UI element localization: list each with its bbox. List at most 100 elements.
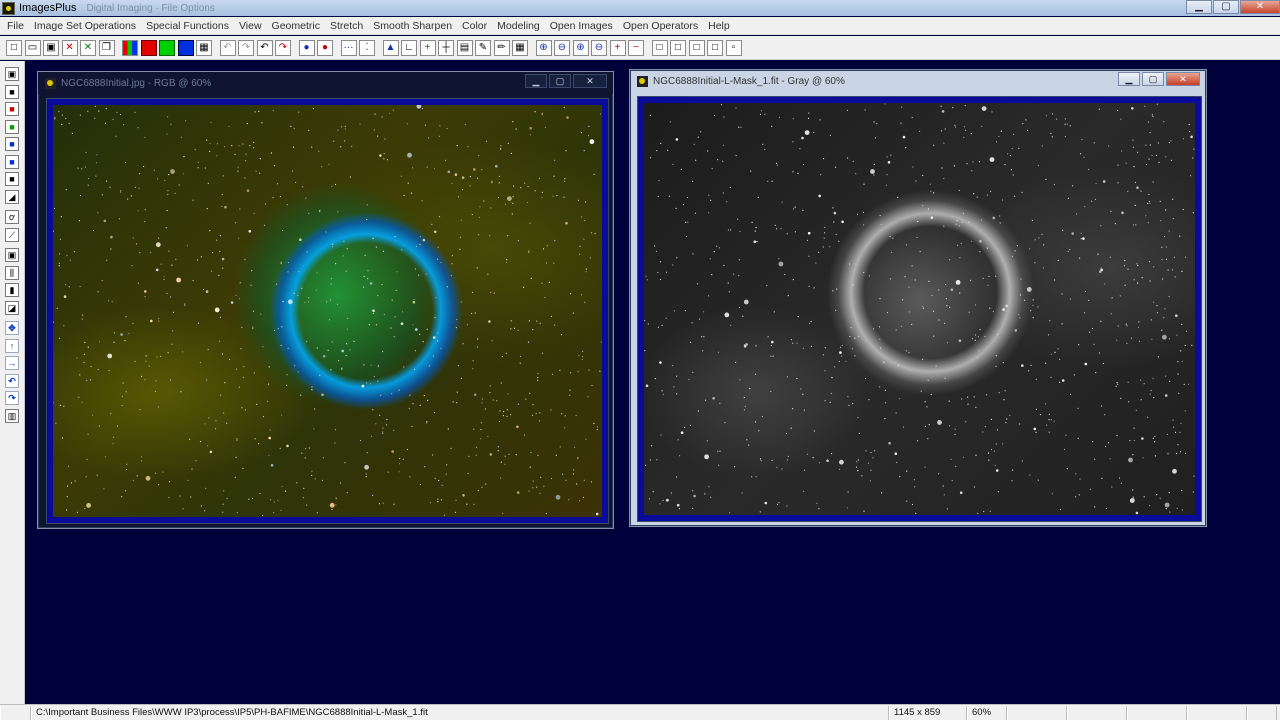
points-button[interactable]: ⁚ — [359, 39, 375, 56]
status-cell-empty — [1187, 705, 1247, 720]
bar-tool[interactable]: ▮ — [5, 283, 19, 297]
menu-color[interactable]: Color — [457, 20, 492, 32]
square-3-button[interactable]: □ — [688, 39, 705, 56]
move-tool[interactable]: ✥ — [5, 321, 19, 335]
square-2-button[interactable]: □ — [670, 39, 686, 56]
add-red-button[interactable]: + — [609, 39, 626, 56]
app-title: ImagesPlus — [19, 2, 77, 14]
redo-gray-button[interactable]: ↷ — [238, 39, 254, 56]
app-title-bar: ImagesPlus Digital Imaging · File Option… — [0, 0, 1280, 16]
maximize-button[interactable]: ▢ — [1213, 0, 1239, 14]
green-channel-button[interactable] — [159, 39, 175, 56]
close-red-button[interactable]: ✕ — [61, 39, 78, 56]
minimize-button[interactable]: ▁ — [1186, 0, 1212, 14]
image-window-gray[interactable]: NGC6888Initial-L-Mask_1.fit - Gray @ 60%… — [629, 69, 1207, 527]
redo-button[interactable]: ↷ — [275, 39, 291, 56]
undo-gray-button[interactable]: ↶ — [219, 39, 236, 56]
undo-button[interactable]: ↶ — [256, 39, 273, 56]
image-window-rgb-titlebar[interactable]: NGC6888Initial.jpg - RGB @ 60% ▁ ▢ ✕ — [38, 72, 613, 94]
image-window-gray-minimize-button[interactable]: ▁ — [1118, 72, 1140, 86]
frame-tool[interactable]: ▣ — [5, 248, 19, 262]
rotate-left-tool[interactable]: ↶ — [5, 373, 19, 388]
remove-red-button[interactable]: − — [628, 39, 644, 56]
app-icon — [2, 1, 15, 15]
image-window-gray-titlebar[interactable]: NGC6888Initial-L-Mask_1.fit - Gray @ 60%… — [630, 70, 1206, 92]
open-folder-button[interactable]: ▭ — [24, 39, 41, 56]
dotted-line-button[interactable]: ··· — [340, 39, 357, 56]
copy-button[interactable]: ❐ — [98, 39, 115, 56]
paint-button[interactable]: ✎ — [475, 39, 491, 56]
menu-bar: File Image Set Operations Special Functi… — [0, 17, 1280, 35]
crosshair-button[interactable]: ┼ — [438, 39, 454, 56]
rgb-channels-button[interactable] — [122, 39, 138, 56]
close-green-button[interactable]: ✕ — [80, 39, 96, 56]
menu-help[interactable]: Help — [703, 20, 735, 32]
dark-square-tool[interactable]: ■ — [5, 172, 19, 186]
zoom-out-button[interactable]: ⊖ — [554, 39, 570, 56]
axis-button[interactable]: ∟ — [401, 39, 417, 56]
levels-tool[interactable]: ⫼ — [5, 265, 19, 280]
image-window-rgb[interactable]: NGC6888Initial.jpg - RGB @ 60% ▁ ▢ ✕ — [37, 71, 614, 529]
circle-red-button[interactable]: ● — [317, 39, 333, 56]
nebula-color-image[interactable] — [53, 105, 602, 517]
corner-tool[interactable]: ◢ — [5, 189, 19, 204]
image-window-rgb-minimize-button[interactable]: ▁ — [525, 74, 547, 88]
info-tool[interactable]: ▥ — [5, 408, 19, 423]
save-tool[interactable]: ▣ — [5, 67, 19, 81]
red-channel-button[interactable] — [140, 39, 157, 56]
black-square-tool[interactable]: ■ — [5, 84, 19, 99]
image-window-rgb-title: NGC6888Initial.jpg - RGB @ 60% — [61, 77, 212, 89]
zoom-fit-button[interactable]: ⊕ — [572, 39, 589, 56]
image-window-icon — [45, 77, 56, 89]
menu-file[interactable]: File — [2, 20, 29, 32]
green-black-tool[interactable]: ■ — [5, 119, 19, 134]
status-cell-blank — [0, 705, 31, 720]
zoom-in-button[interactable]: ⊕ — [535, 39, 552, 56]
arrow-up-tool[interactable]: ↑ — [5, 338, 19, 353]
image-window-rgb-close-button[interactable]: ✕ — [573, 74, 607, 88]
arrow-right-tool[interactable]: → — [5, 356, 19, 370]
grid-button[interactable]: ▦ — [196, 39, 212, 56]
menu-open-images[interactable]: Open Images — [545, 20, 618, 32]
line-tool[interactable]: ⟋ — [5, 227, 19, 242]
status-image-dimensions: 1145 x 859 — [889, 705, 967, 720]
menu-geometric[interactable]: Geometric — [267, 20, 325, 32]
circle-blue-button[interactable]: ● — [298, 39, 315, 56]
pencil-button[interactable]: ✏ — [493, 39, 510, 56]
menu-image-set-operations[interactable]: Image Set Operations — [29, 20, 141, 32]
zoom-actual-button[interactable]: ⊖ — [591, 39, 607, 56]
window-controls: ▁ ▢ ✕ — [1185, 0, 1280, 14]
status-cell-empty — [1127, 705, 1187, 720]
menu-open-operators[interactable]: Open Operators — [618, 20, 703, 32]
rotate-right-tool[interactable]: ↷ — [5, 391, 19, 405]
status-bar: C:\Important Business Files\WWW IP3\proc… — [0, 704, 1280, 720]
new-file-button[interactable]: □ — [6, 39, 22, 56]
square-4-button[interactable]: □ — [707, 39, 723, 56]
image-window-gray-close-button[interactable]: ✕ — [1166, 72, 1200, 86]
menu-view[interactable]: View — [234, 20, 267, 32]
close-button[interactable]: ✕ — [1240, 0, 1280, 14]
plus-green-button[interactable]: + — [419, 39, 436, 56]
menu-special-functions[interactable]: Special Functions — [141, 20, 234, 32]
menu-stretch[interactable]: Stretch — [325, 20, 368, 32]
nebula-gray-mask-image[interactable] — [644, 103, 1195, 515]
save-button[interactable]: ▣ — [43, 39, 59, 56]
red-black-tool[interactable]: ■ — [5, 102, 19, 116]
status-cell-empty — [1067, 705, 1127, 720]
left-toolbar: ▣ ■ ■ ■ ■ ■ ■ ◢ ơ ⟋ ▣ ⫼ ▮ ◪ ✥ ↑ → ↶ ↷ ▥ — [0, 61, 25, 704]
calculator-button[interactable]: ▤ — [456, 39, 473, 56]
table-button[interactable]: ▦ — [512, 39, 528, 56]
image-window-gray-maximize-button[interactable]: ▢ — [1142, 72, 1164, 86]
blue-square-tool[interactable]: ■ — [5, 154, 19, 169]
menu-modeling[interactable]: Modeling — [492, 20, 545, 32]
image-window-rgb-maximize-button[interactable]: ▢ — [549, 74, 571, 88]
square-5-button[interactable]: ▫ — [725, 39, 742, 56]
triangle-button[interactable]: ▲ — [382, 39, 399, 56]
image-window-gray-controls: ▁ ▢ ✕ — [1116, 72, 1200, 86]
menu-smooth-sharpen[interactable]: Smooth Sharpen — [368, 20, 457, 32]
square-1-button[interactable]: □ — [651, 39, 668, 56]
brush-tool[interactable]: ơ — [5, 210, 19, 224]
select-tool[interactable]: ◪ — [5, 300, 19, 315]
blue-channel-button[interactable] — [177, 39, 194, 56]
blue-black-tool[interactable]: ■ — [5, 137, 19, 151]
